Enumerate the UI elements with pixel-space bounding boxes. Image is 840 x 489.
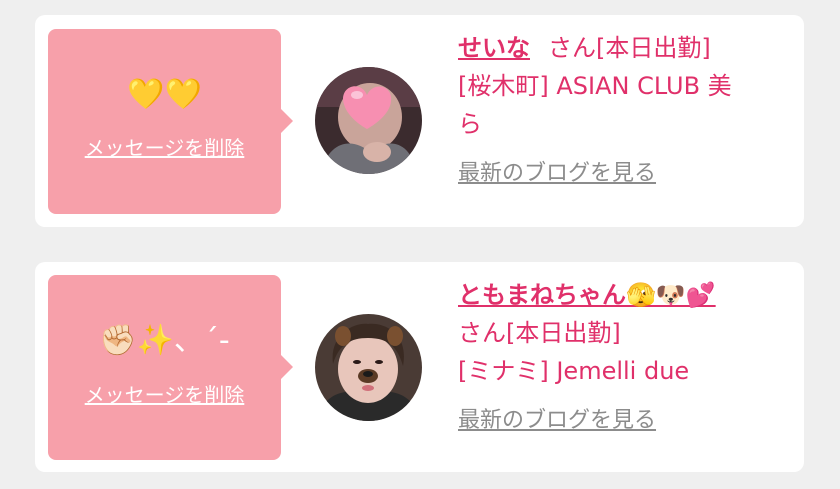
- cast-info: ともまねちゃん🫣🐶💕 さん[本日出勤] [ミナミ] Jemelli due 最新…: [458, 276, 798, 434]
- name-line: ともまねちゃん🫣🐶💕: [458, 276, 798, 314]
- cast-info: せいな さん[本日出勤] [桜木町] ASIAN CLUB 美 ら 最新のブログを…: [458, 29, 798, 187]
- shop-name: [桜木町] ASIAN CLUB 美: [458, 72, 732, 100]
- message-card: 💛💛 メッセージを削除 せいな さん[本日出勤] [桜木町] ASIAN CLUB…: [35, 15, 804, 227]
- shop-name-cont: ら: [458, 110, 482, 138]
- message-emoji: 💛💛: [127, 77, 202, 112]
- delete-message-link[interactable]: メッセージを削除: [48, 379, 281, 408]
- delete-message-link[interactable]: メッセージを削除: [48, 132, 281, 161]
- message-emoji: ✊🏻✨、´-: [99, 323, 230, 358]
- latest-blog-link[interactable]: 最新のブログを見る: [458, 155, 656, 187]
- cast-name-link[interactable]: せいな: [458, 34, 530, 62]
- shop-name: [ミナミ] Jemelli due: [458, 357, 690, 385]
- avatar[interactable]: [315, 67, 422, 174]
- bubble-tail: [281, 109, 293, 133]
- message-bubble: 💛💛 メッセージを削除: [48, 29, 293, 214]
- bubble-tail: [281, 355, 293, 379]
- latest-blog-link[interactable]: 最新のブログを見る: [458, 402, 656, 434]
- cast-name-link[interactable]: ともまねちゃん🫣🐶💕: [458, 281, 716, 309]
- honorific-status: さん[本日出勤]: [548, 34, 711, 62]
- message-bubble: ✊🏻✨、´- メッセージを削除: [48, 275, 293, 460]
- message-card: ✊🏻✨、´- メッセージを削除 ともまねちゃん🫣🐶💕 さん[本日出勤] [ミナミ…: [35, 262, 804, 472]
- honorific-status: さん[本日出勤]: [458, 319, 621, 347]
- name-line: せいな さん[本日出勤]: [458, 29, 798, 67]
- avatar[interactable]: [315, 314, 422, 421]
